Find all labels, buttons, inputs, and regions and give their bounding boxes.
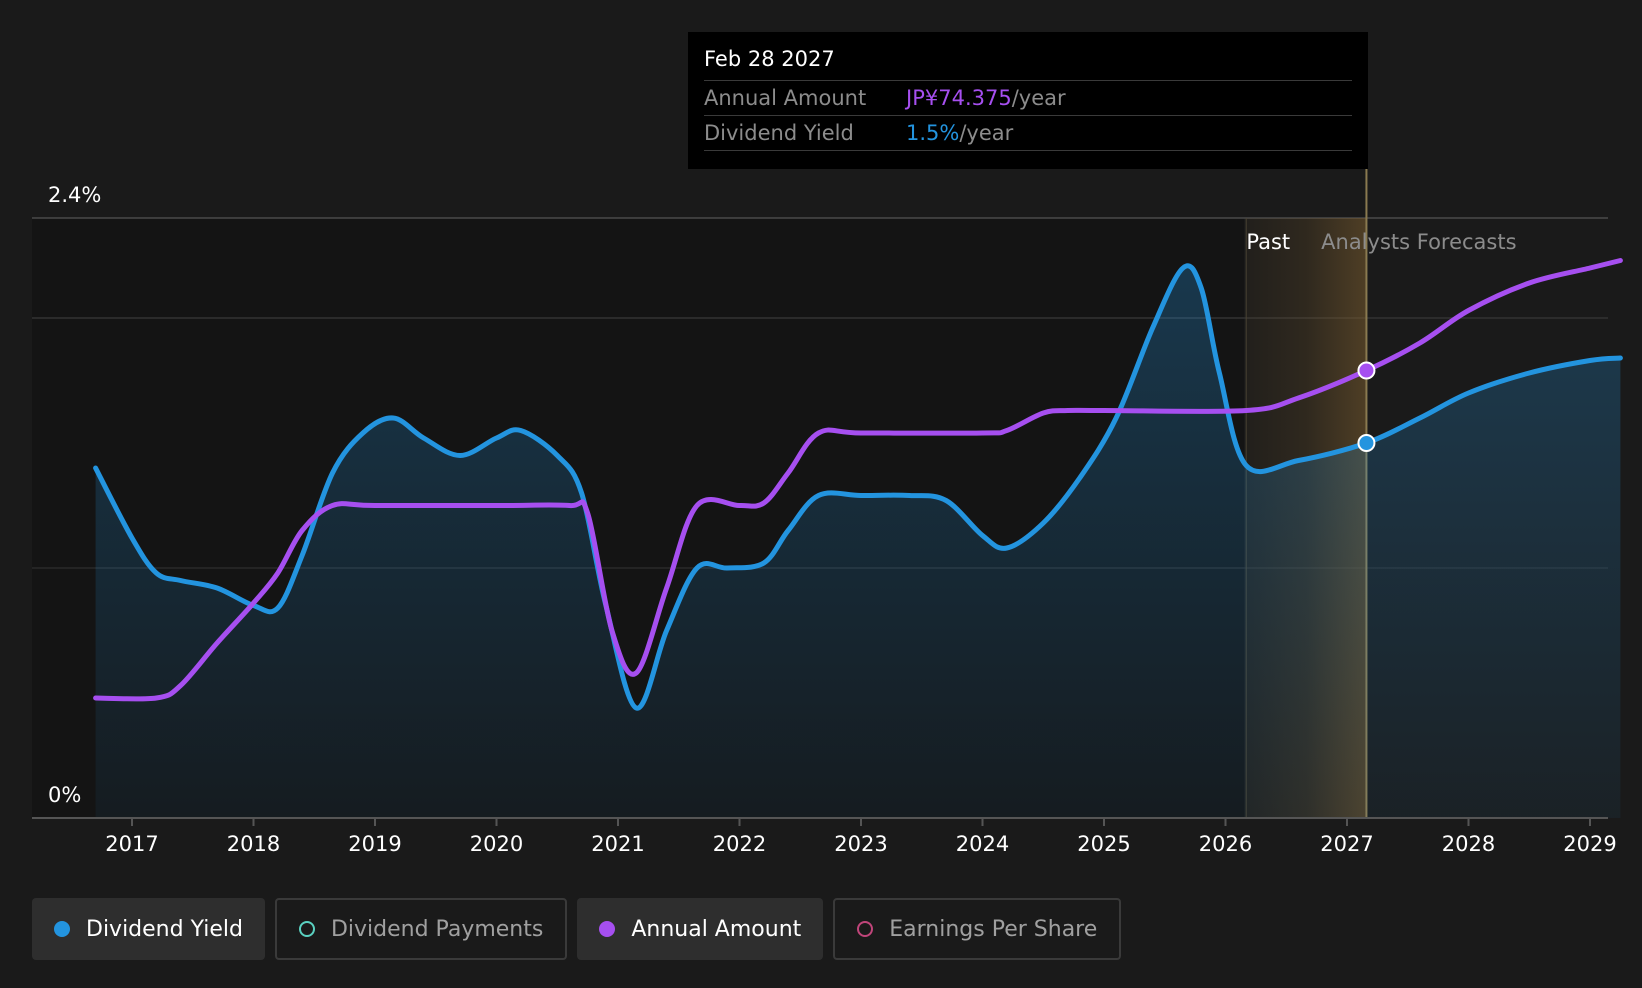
- legend-annual-amount[interactable]: Annual Amount: [577, 898, 824, 960]
- x-tick-label-2024: 2024: [956, 832, 1009, 856]
- tooltip-date: Feb 28 2027: [704, 46, 1352, 81]
- legend-dividend-payments[interactable]: Dividend Payments: [274, 898, 568, 960]
- x-tick-label-2023: 2023: [834, 832, 887, 856]
- chart-legend: Dividend Yield Dividend Payments Annual …: [32, 898, 1122, 960]
- x-tick-label-2027: 2027: [1320, 832, 1373, 856]
- tooltip-annual-unit: /year: [1011, 86, 1066, 110]
- earnings-per-share-legend-icon: [857, 921, 874, 937]
- tooltip-annual-row: Annual Amount JP¥74.375 /year: [704, 81, 1352, 116]
- tooltip-annual-value: JP¥74.375: [906, 86, 1012, 110]
- x-tick-label-2017: 2017: [105, 832, 158, 856]
- legend-earnings-per-share-label: Earnings Per Share: [889, 916, 1098, 942]
- legend-earnings-per-share[interactable]: Earnings Per Share: [833, 898, 1122, 960]
- tooltip-yield-label: Dividend Yield: [704, 121, 854, 145]
- legend-dividend-yield-label: Dividend Yield: [86, 916, 243, 942]
- annual-amount-legend-icon: [599, 921, 616, 937]
- dividend-payments-legend-icon: [298, 921, 315, 937]
- tooltip-yield-row: Dividend Yield 1.5% /year: [704, 116, 1352, 151]
- x-tick-label-2028: 2028: [1442, 832, 1495, 856]
- dividend-yield-legend-icon: [54, 921, 70, 937]
- y-max-label: 2.4%: [48, 183, 101, 207]
- x-tick-label-2020: 2020: [470, 832, 523, 856]
- dividend-yield-marker[interactable]: [1357, 434, 1376, 452]
- x-tick-label-2025: 2025: [1077, 832, 1130, 856]
- hover-tooltip: Feb 28 2027 Annual Amount JP¥74.375 /yea…: [688, 32, 1368, 169]
- y-min-label: 0%: [48, 783, 81, 807]
- tooltip-yield-unit: /year: [959, 121, 1014, 145]
- tooltip-yield-value: 1.5%: [906, 121, 960, 145]
- x-tick-label-2026: 2026: [1199, 832, 1252, 856]
- tooltip-annual-label: Annual Amount: [704, 86, 867, 110]
- annual-amount-marker[interactable]: [1357, 361, 1376, 380]
- past-label: Past: [1246, 230, 1290, 254]
- x-tick-label-2022: 2022: [713, 832, 766, 856]
- legend-dividend-payments-label: Dividend Payments: [330, 916, 544, 942]
- x-tick-label-2018: 2018: [227, 832, 280, 856]
- legend-dividend-yield[interactable]: Dividend Yield: [32, 898, 265, 960]
- legend-annual-amount-label: Annual Amount: [631, 916, 802, 942]
- x-tick-label-2029: 2029: [1563, 832, 1616, 856]
- x-tick-label-2019: 2019: [348, 832, 401, 856]
- forecast-label: Analysts Forecasts: [1321, 230, 1516, 254]
- x-tick-label-2021: 2021: [591, 832, 644, 856]
